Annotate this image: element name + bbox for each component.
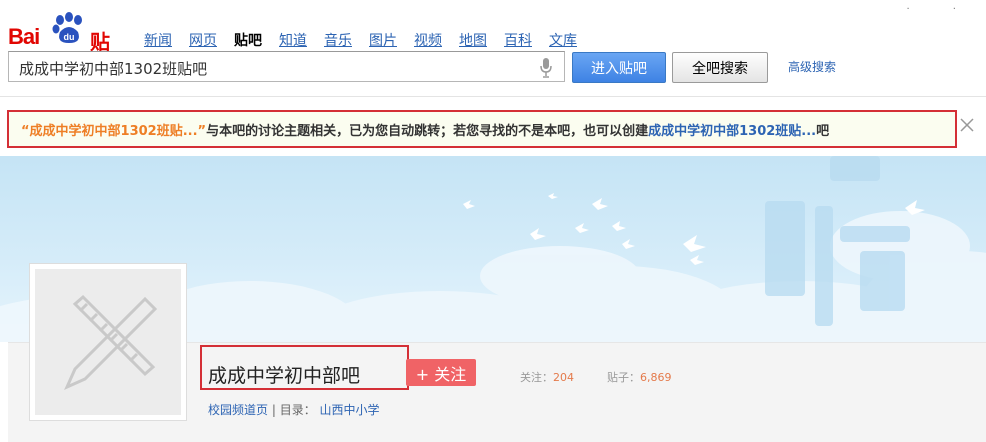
nav-images[interactable]: 图片 <box>369 30 397 50</box>
nav-web[interactable]: 网页 <box>189 30 217 50</box>
forum-avatar[interactable] <box>29 263 187 421</box>
post-count-stat: 贴子：6,869 <box>607 369 672 385</box>
search-all-button[interactable]: 全吧搜索 <box>672 52 768 83</box>
enter-tieba-button[interactable]: 进入贴吧 <box>572 52 666 83</box>
follow-count: 204 <box>553 371 574 384</box>
nav-baike[interactable]: 百科 <box>504 30 532 50</box>
pencil-ruler-icon <box>64 294 158 390</box>
nav-tieba[interactable]: 贴吧 <box>234 30 262 50</box>
forum-title[interactable]: 成成中学初中部吧 <box>208 361 360 388</box>
paw-logo-icon: du <box>52 12 82 43</box>
redirect-notice: “成成中学初中部1302班贴...” 与本吧的讨论主题相关，已为您自动跳转；若您… <box>7 110 957 148</box>
notice-suffix: 吧 <box>816 123 830 139</box>
campus-channel-link[interactable]: 校园频道页 <box>208 403 268 417</box>
logo-du-text: du <box>64 32 75 42</box>
posts-count: 6,869 <box>640 371 672 384</box>
follow-count-stat: 关注：204 <box>520 369 574 385</box>
nav-zhidao[interactable]: 知道 <box>279 30 307 50</box>
advanced-search-link[interactable]: 高级搜索 <box>788 58 836 75</box>
directory-link[interactable]: 山西中小学 <box>320 403 380 417</box>
notice-create-link[interactable]: 成成中学初中部1302班贴... <box>648 120 816 139</box>
search-box <box>8 51 565 82</box>
nav-music[interactable]: 音乐 <box>324 30 352 50</box>
nav-map[interactable]: 地图 <box>459 30 487 50</box>
header-divider <box>0 96 986 97</box>
nav-news[interactable]: 新闻 <box>144 30 172 50</box>
forum-meta: 校园频道页 | 目录： 山西中小学 <box>208 401 380 418</box>
product-nav: 新闻 网页 贴吧 知道 音乐 图片 视频 地图 百科 文库 <box>144 30 594 50</box>
baidu-tieba-logo[interactable]: Bai du 贴吧 <box>8 6 128 83</box>
search-input[interactable] <box>17 56 531 80</box>
notice-query-text: “成成中学初中部1302班贴...” <box>21 123 207 139</box>
logo-bai-text: Bai <box>8 24 40 49</box>
follow-stat-label: 关注： <box>520 371 553 384</box>
posts-stat-label: 贴子： <box>607 371 640 384</box>
directory-label: | 目录： <box>271 403 316 417</box>
nav-wenku[interactable]: 文库 <box>549 30 577 50</box>
nav-video[interactable]: 视频 <box>414 30 442 50</box>
microphone-icon[interactable] <box>540 58 552 78</box>
close-icon[interactable] <box>960 118 974 132</box>
notice-message: 与本吧的讨论主题相关，已为您自动跳转；若您寻找的不是本吧，也可以创建 <box>206 123 649 139</box>
top-right-dots: · · <box>906 4 976 15</box>
follow-button[interactable]: + 关注 <box>406 359 476 386</box>
